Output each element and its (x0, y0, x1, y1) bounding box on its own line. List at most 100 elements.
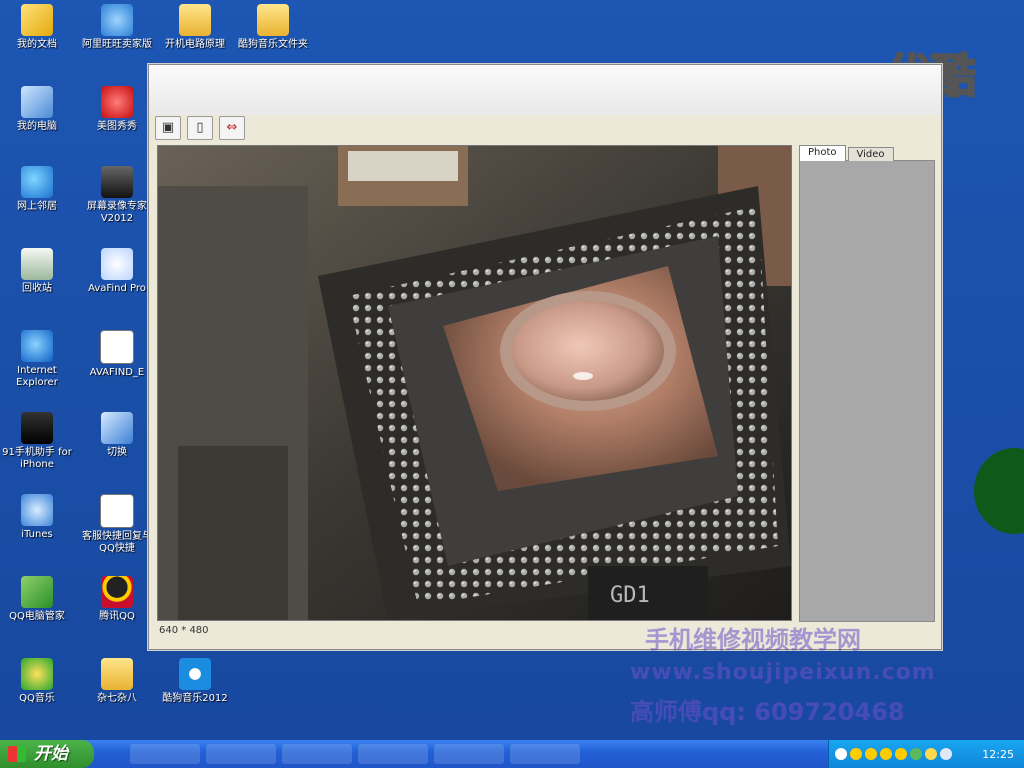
icon-label: 网上邻居 (17, 201, 57, 212)
desktop-icon-screen-recorder[interactable]: 屏幕录像专家V2012 (80, 166, 154, 225)
taskbar-button[interactable] (206, 744, 276, 764)
tab-video[interactable]: Video (847, 147, 894, 161)
recycle-bin-icon (21, 248, 53, 280)
start-button[interactable]: 开始 (0, 740, 94, 768)
desktop-icon-quick-reply[interactable]: 客服快捷回复与QQ快捷 (80, 494, 154, 555)
desktop-icon-qq-manager[interactable]: QQ电脑管家 (0, 576, 74, 623)
desktop-icon-boot-circuit[interactable]: 开机电路原理 (158, 4, 232, 51)
desktop-icon-qq-music[interactable]: QQ音乐 (0, 658, 74, 705)
capture-panel: Photo Video (799, 143, 935, 633)
taskbar-button[interactable] (130, 744, 200, 764)
desktop-icon-kugou[interactable]: 酷狗音乐2012 (158, 658, 232, 705)
desktop-icon-91-assistant[interactable]: 91手机助手 for iPhone (0, 412, 74, 471)
shield-icon (21, 576, 53, 608)
desktop-icon-meitu[interactable]: 美图秀秀 (80, 86, 154, 133)
desktop-icon-my-documents[interactable]: 我的文档 (0, 4, 74, 51)
meitu-icon (101, 86, 133, 118)
desktop: 我的文档 我的电脑 网上邻居 回收站 Internet Explorer 91手… (0, 0, 1024, 740)
desktop-icon-tencent-qq[interactable]: 腾讯QQ (80, 576, 154, 623)
aliwangwang-icon (101, 4, 133, 36)
taskbar: 开始 12:25 (0, 740, 1024, 768)
camera-icon[interactable]: ▣ (155, 116, 181, 140)
system-tray: 12:25 (828, 740, 1024, 768)
thumbnail-list (799, 160, 935, 622)
svg-text:GD1: GD1 (610, 583, 650, 608)
icon-label: 我的文档 (17, 39, 57, 50)
desktop-icon-misc-folder[interactable]: 杂七杂八 (80, 658, 154, 705)
icon-label: 我的电脑 (17, 121, 57, 132)
qq-tray-icon[interactable] (880, 748, 892, 760)
icon-label: 酷狗音乐2012 (162, 693, 228, 704)
pcb-chip-photo: GD1 (158, 146, 791, 620)
document-icon (100, 494, 134, 528)
desktop-icon-my-computer[interactable]: 我的电脑 (0, 86, 74, 133)
document-icon (100, 330, 134, 364)
icon-label: 酷狗音乐文件夹 (238, 39, 308, 50)
switch-icon (101, 412, 133, 444)
taskbar-button[interactable] (358, 744, 428, 764)
video-camera-icon[interactable]: ▯ (187, 116, 213, 140)
qq-tray-icon[interactable] (850, 748, 862, 760)
icon-label: 切换 (107, 447, 127, 458)
toolbar: ▣ ▯ ⇔ (155, 115, 245, 141)
qq-music-icon (21, 658, 53, 690)
kugou-icon (179, 658, 211, 690)
desktop-icon-avafind-e[interactable]: AVAFIND_E (80, 330, 154, 379)
qq-tray-icon[interactable] (895, 748, 907, 760)
microscope-camera-window: ▣ ▯ ⇔ GD1 640 * 480 Photo Video (148, 64, 942, 650)
icon-label: 美图秀秀 (97, 121, 137, 132)
start-label: 开始 (34, 744, 68, 764)
tray-back-icon[interactable] (835, 748, 847, 760)
green-overlay-shape (974, 448, 1024, 534)
watermark-contact: 高师傅qq: 609720468 (630, 698, 905, 726)
volume-tray-icon[interactable] (940, 748, 952, 760)
icon-label: 91手机助手 for iPhone (2, 447, 72, 470)
icon-label: 阿里旺旺卖家版 (82, 39, 152, 50)
icon-label: AvaFind Pro (88, 283, 146, 294)
itunes-icon (21, 494, 53, 526)
windows-flag-icon (8, 746, 26, 762)
icon-label: 客服快捷回复与QQ快捷 (82, 531, 152, 554)
shield-tray-icon[interactable] (925, 748, 937, 760)
taskbar-buttons (130, 744, 580, 764)
icon-label: 回收站 (22, 283, 52, 294)
qq-tray-icon[interactable] (865, 748, 877, 760)
icon-label: 屏幕录像专家V2012 (87, 201, 147, 224)
icon-label: 杂七杂八 (97, 693, 137, 704)
icon-label: 开机电路原理 (165, 39, 225, 50)
icon-label: Internet Explorer (16, 365, 58, 388)
desktop-icon-switch[interactable]: 切换 (80, 412, 154, 459)
clock[interactable]: 12:25 (982, 748, 1014, 761)
camera-preview: GD1 (157, 145, 792, 621)
avafind-icon (101, 248, 133, 280)
qq-penguin-icon (101, 576, 133, 608)
taskbar-button[interactable] (510, 744, 580, 764)
desktop-icon-aliwangwang[interactable]: 阿里旺旺卖家版 (80, 4, 154, 51)
folder-icon (179, 4, 211, 36)
watermark-site-name: 手机维修视频教学网 (645, 626, 861, 654)
tab-photo[interactable]: Photo (799, 145, 846, 161)
network-icon (21, 166, 53, 198)
desktop-icon-recycle-bin[interactable]: 回收站 (0, 248, 74, 295)
icon-label: 腾讯QQ (99, 611, 135, 622)
desktop-icon-avafind[interactable]: AvaFind Pro (80, 248, 154, 295)
icon-label: QQ电脑管家 (9, 611, 65, 622)
icon-label: iTunes (21, 529, 53, 540)
documents-folder-icon (21, 4, 53, 36)
screen-recorder-icon (101, 166, 133, 198)
watermark-url: www.shoujipeixun.com (630, 660, 936, 685)
resolution-status: 640 * 480 (159, 625, 209, 636)
fullscreen-icon[interactable]: ⇔ (219, 116, 245, 140)
desktop-icon-kugou-folder[interactable]: 酷狗音乐文件夹 (236, 4, 310, 51)
network-tray-icon[interactable] (910, 748, 922, 760)
taskbar-button[interactable] (434, 744, 504, 764)
desktop-icon-itunes[interactable]: iTunes (0, 494, 74, 541)
desktop-icon-network[interactable]: 网上邻居 (0, 166, 74, 213)
taskbar-button[interactable] (282, 744, 352, 764)
ie-icon (21, 330, 53, 362)
folder-icon (101, 658, 133, 690)
window-title-area (149, 65, 941, 115)
icon-label: QQ音乐 (19, 693, 55, 704)
desktop-icon-ie[interactable]: Internet Explorer (0, 330, 74, 389)
my-computer-icon (21, 86, 53, 118)
